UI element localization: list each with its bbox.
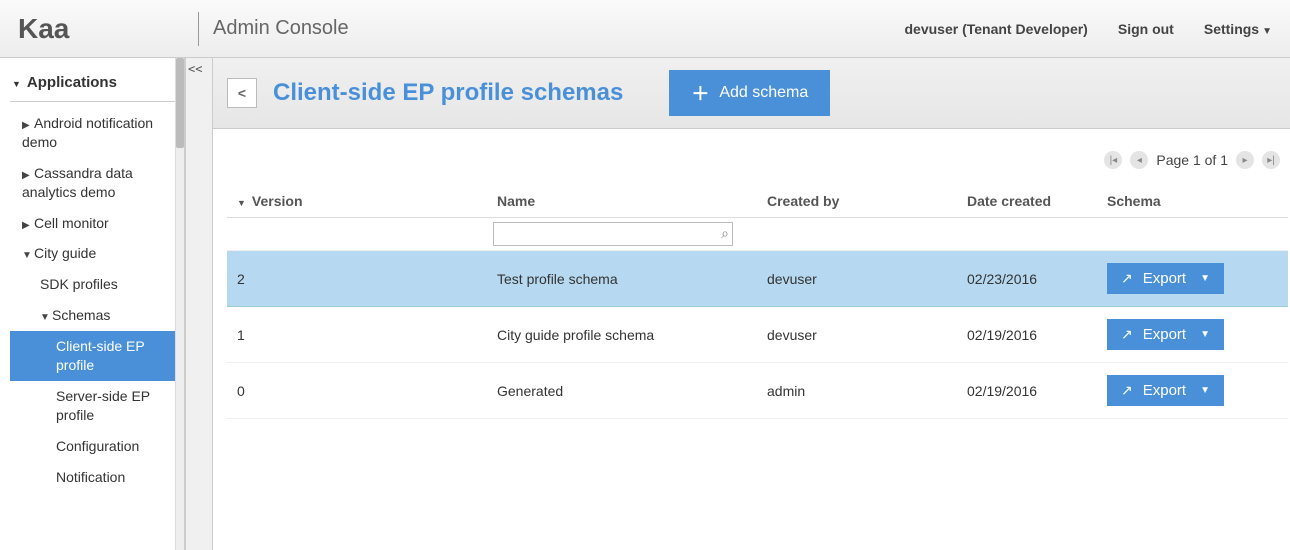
- sidebar-collapse-column: <<: [185, 58, 213, 550]
- filter-icon[interactable]: ⌕: [721, 225, 729, 242]
- pager-prev-button[interactable]: ◂: [1130, 151, 1148, 169]
- column-date-created[interactable]: Date created: [957, 185, 1097, 218]
- export-button[interactable]: ↗ Export ▼: [1107, 319, 1224, 350]
- pagination: |◂ ◂ Page 1 of 1 ▸ ▸|: [227, 139, 1288, 185]
- sidebar-item-label: SDK profiles: [40, 276, 118, 292]
- sidebar-item-label: Cell monitor: [34, 215, 109, 231]
- chevron-right-icon: ▶: [22, 169, 34, 183]
- column-created-by[interactable]: Created by: [757, 185, 957, 218]
- plus-icon: ＋: [691, 80, 709, 106]
- pager-next-button[interactable]: ▸: [1236, 151, 1254, 169]
- chevron-down-icon: ▼: [1262, 26, 1272, 37]
- column-version[interactable]: Version: [227, 185, 487, 218]
- schemas-table: Version Name Created by Date created Sch…: [227, 185, 1288, 419]
- column-name[interactable]: Name: [487, 185, 757, 218]
- cell-created_by: devuser: [757, 307, 957, 363]
- pager-last-button[interactable]: ▸|: [1262, 151, 1280, 169]
- chevron-down-icon: ▼: [1200, 273, 1210, 284]
- export-icon: ↗: [1121, 270, 1133, 287]
- export-icon: ↗: [1121, 382, 1133, 399]
- sidebar-item-label: Cassandra data analytics demo: [22, 165, 133, 200]
- sidebar-item-label: Notification: [56, 469, 125, 485]
- cell-name: City guide profile schema: [487, 307, 757, 363]
- cell-name: Generated: [487, 363, 757, 419]
- sidebar-item-label: Configuration: [56, 438, 139, 454]
- cell-date_created: 02/19/2016: [957, 307, 1097, 363]
- chevron-right-icon: ▶: [22, 119, 34, 133]
- sidebar-item[interactable]: Server-side EP profile: [10, 381, 175, 431]
- table-row[interactable]: 2Test profile schemadevuser02/23/2016 ↗ Ex…: [227, 251, 1288, 307]
- page-title: Client-side EP profile schemas: [273, 79, 623, 107]
- cell-version: 1: [227, 307, 487, 363]
- sidebar-item[interactable]: ▼City guide: [10, 238, 175, 269]
- cell-date_created: 02/19/2016: [957, 363, 1097, 419]
- sidebar: Applications ▶Android notification demo▶…: [0, 58, 185, 550]
- table-row[interactable]: 0Generatedadmin02/19/2016 ↗ Export ▼: [227, 363, 1288, 419]
- back-button[interactable]: <: [227, 78, 257, 108]
- scrollbar-thumb[interactable]: [176, 58, 184, 148]
- cell-name: Test profile schema: [487, 251, 757, 307]
- pager-text: Page 1 of 1: [1156, 152, 1228, 168]
- chevron-right-icon: ▶: [22, 219, 34, 233]
- export-button[interactable]: ↗ Export ▼: [1107, 263, 1224, 294]
- export-label: Export: [1143, 382, 1186, 399]
- chevron-down-icon: ▼: [1200, 329, 1210, 340]
- sidebar-item[interactable]: Client-side EP profile: [10, 331, 185, 381]
- app-header: Kaa Admin Console devuser (Tenant Develo…: [0, 0, 1290, 58]
- sidebar-item-label: Schemas: [52, 307, 110, 323]
- add-schema-label: Add schema: [719, 84, 808, 102]
- cell-version: 0: [227, 363, 487, 419]
- sidebar-item[interactable]: SDK profiles: [10, 269, 175, 300]
- add-schema-button[interactable]: ＋ Add schema: [669, 70, 830, 116]
- sidebar-scrollbar[interactable]: [175, 58, 185, 550]
- column-schema[interactable]: Schema: [1097, 185, 1288, 218]
- brand-logo: Kaa: [18, 13, 198, 45]
- sidebar-item[interactable]: ▶Cell monitor: [10, 208, 175, 239]
- export-label: Export: [1143, 270, 1186, 287]
- sidebar-item[interactable]: ▶Cassandra data analytics demo: [10, 158, 175, 208]
- sidebar-item[interactable]: ▼Schemas: [10, 300, 175, 331]
- settings-menu[interactable]: Settings▼: [1204, 21, 1272, 37]
- signout-link[interactable]: Sign out: [1118, 21, 1174, 37]
- cell-date_created: 02/23/2016: [957, 251, 1097, 307]
- chevron-down-icon: ▼: [22, 249, 34, 263]
- settings-label: Settings: [1204, 21, 1259, 37]
- chevron-down-icon: ▼: [1200, 385, 1210, 396]
- header-user[interactable]: devuser (Tenant Developer): [905, 21, 1088, 37]
- page-header: < Client-side EP profile schemas ＋ Add s…: [213, 58, 1290, 129]
- sidebar-item-label: City guide: [34, 245, 96, 261]
- collapse-sidebar-button[interactable]: <<: [186, 58, 212, 80]
- name-filter-input[interactable]: [493, 222, 733, 246]
- brand-separator: [198, 12, 199, 46]
- pager-first-button[interactable]: |◂: [1104, 151, 1122, 169]
- sidebar-item-label: Server-side EP profile: [56, 388, 150, 423]
- export-label: Export: [1143, 326, 1186, 343]
- export-icon: ↗: [1121, 326, 1133, 343]
- cell-created_by: admin: [757, 363, 957, 419]
- sidebar-item[interactable]: Configuration: [10, 431, 175, 462]
- sidebar-item-label: Client-side EP profile: [56, 338, 144, 373]
- table-row[interactable]: 1City guide profile schemadevuser02/19/2…: [227, 307, 1288, 363]
- chevron-down-icon: ▼: [40, 311, 52, 325]
- export-button[interactable]: ↗ Export ▼: [1107, 375, 1224, 406]
- sidebar-section-applications[interactable]: Applications: [10, 68, 175, 102]
- cell-created_by: devuser: [757, 251, 957, 307]
- cell-schema: ↗ Export ▼: [1097, 307, 1288, 363]
- header-subtitle: Admin Console: [213, 17, 349, 40]
- sidebar-item-label: Android notification demo: [22, 115, 153, 150]
- sidebar-item[interactable]: ▶Android notification demo: [10, 108, 175, 158]
- cell-schema: ↗ Export ▼: [1097, 363, 1288, 419]
- sidebar-item[interactable]: Notification: [10, 462, 175, 493]
- cell-version: 2: [227, 251, 487, 307]
- cell-schema: ↗ Export ▼: [1097, 251, 1288, 307]
